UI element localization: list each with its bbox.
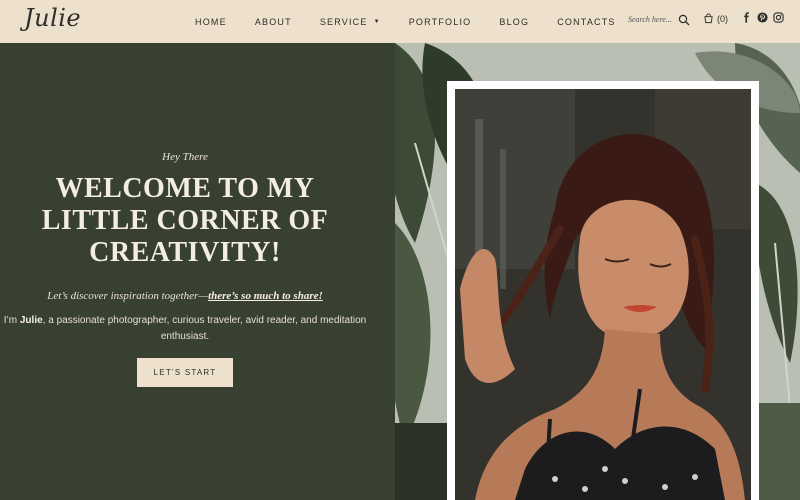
tagline-lead: Let’s discover inspiration together— [47, 290, 209, 302]
search-box [628, 13, 690, 26]
nav-label: PORTFOLIO [408, 16, 472, 27]
nav-item-service[interactable]: SERVICE ▼ [320, 17, 381, 27]
tagline-link[interactable]: there’s so much to share! [208, 290, 323, 302]
instagram-icon[interactable] [773, 12, 784, 23]
nav-label: BLOG [499, 16, 530, 27]
main-nav: HOME ABOUT SERVICE ▼ PORTFOLIO BLOG CONT… [195, 0, 644, 43]
site-logo[interactable]: Julie [24, 4, 81, 32]
cart-button[interactable]: (0) [703, 13, 728, 24]
pinterest-icon[interactable] [757, 12, 768, 23]
hero-intro-panel: Hey There WELCOME TO MY LITTLE CORNER OF… [0, 43, 395, 500]
nav-label: SERVICE [319, 16, 368, 27]
photo-frame [447, 81, 759, 500]
nav-item-about[interactable]: ABOUT [255, 17, 292, 27]
nav-label: HOME [195, 16, 227, 27]
nav-label: CONTACTS [557, 16, 616, 27]
hero-tagline: Let’s discover inspiration together—ther… [0, 290, 370, 302]
intro-name: Julie [19, 315, 43, 326]
lets-start-button[interactable]: LET’S START [137, 358, 233, 387]
cart-icon [704, 13, 713, 24]
search-input[interactable] [628, 14, 676, 24]
portrait-photo [455, 89, 751, 500]
nav-label: ABOUT [254, 16, 292, 27]
social-links [736, 12, 784, 23]
hero-intro: I’m Julie, a passionate photographer, cu… [0, 313, 370, 345]
intro-rest: , a passionate photographer, curious tra… [42, 315, 367, 342]
hero-image-panel [395, 43, 800, 500]
intro-prefix: I’m [3, 315, 20, 326]
nav-item-home[interactable]: HOME [195, 17, 227, 27]
site-header: Julie HOME ABOUT SERVICE ▼ PORTFOLIO BLO… [0, 0, 800, 43]
nav-item-contacts[interactable]: CONTACTS [557, 17, 615, 27]
caret-down-icon: ▼ [373, 18, 381, 25]
cart-count: (0) [717, 13, 728, 24]
nav-item-blog[interactable]: BLOG [499, 17, 529, 27]
search-icon[interactable] [678, 13, 690, 26]
hero-eyebrow: Hey There [162, 151, 208, 163]
hero-title: WELCOME TO MY LITTLE CORNER OF CREATIVIT… [41, 173, 329, 268]
nav-item-portfolio[interactable]: PORTFOLIO [409, 17, 472, 27]
portrait-illustration [455, 89, 751, 500]
facebook-icon[interactable] [741, 12, 752, 23]
